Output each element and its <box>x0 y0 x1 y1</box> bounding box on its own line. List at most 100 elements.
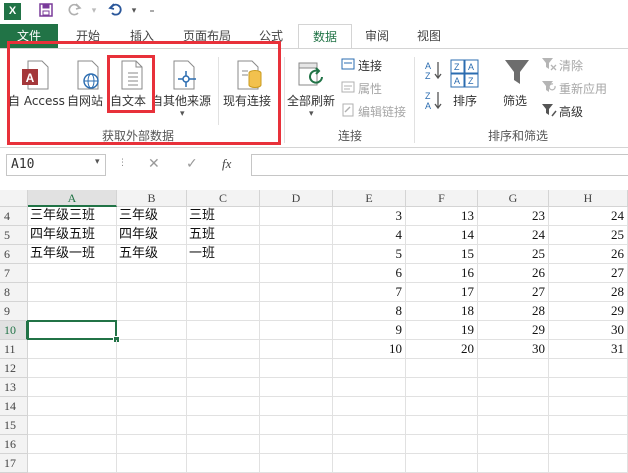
cell-c8[interactable] <box>187 283 260 302</box>
cell-g16[interactable] <box>478 435 549 454</box>
refresh-all-button[interactable]: 全部刷新 <box>287 92 335 109</box>
cell-a16[interactable] <box>28 435 117 454</box>
enter-icon[interactable]: ✓ <box>186 156 198 172</box>
cell-f9[interactable]: 18 <box>406 302 478 321</box>
cell-c16[interactable] <box>187 435 260 454</box>
cell-c6[interactable]: 一班 <box>187 245 260 264</box>
cell-b10[interactable] <box>117 321 187 340</box>
cell-b6[interactable]: 五年级 <box>117 245 187 264</box>
cell-a12[interactable] <box>28 359 117 378</box>
cell-a13[interactable] <box>28 378 117 397</box>
cell-d17[interactable] <box>260 454 333 473</box>
tab-review[interactable]: 审阅 <box>352 24 402 48</box>
row-header-4[interactable]: 4 <box>0 207 28 226</box>
cell-e6[interactable]: 5 <box>333 245 406 264</box>
cell-d11[interactable] <box>260 340 333 359</box>
cell-a7[interactable] <box>28 264 117 283</box>
cell-h16[interactable] <box>549 435 628 454</box>
redo-icon[interactable] <box>66 3 82 19</box>
column-header-d[interactable]: D <box>260 190 333 207</box>
save-icon[interactable] <box>38 3 54 19</box>
cell-e12[interactable] <box>333 359 406 378</box>
cell-f4[interactable]: 13 <box>406 207 478 226</box>
column-header-f[interactable]: F <box>406 190 478 207</box>
cell-d14[interactable] <box>260 397 333 416</box>
cell-h13[interactable] <box>549 378 628 397</box>
tab-view[interactable]: 视图 <box>404 24 454 48</box>
cell-g5[interactable]: 24 <box>478 226 549 245</box>
cell-f17[interactable] <box>406 454 478 473</box>
cell-h14[interactable] <box>549 397 628 416</box>
select-all-corner[interactable] <box>0 190 28 207</box>
cell-d5[interactable] <box>260 226 333 245</box>
cell-a8[interactable] <box>28 283 117 302</box>
cell-f8[interactable]: 17 <box>406 283 478 302</box>
advanced-button[interactable]: 高级 <box>559 103 583 120</box>
undo-icon[interactable] <box>108 3 124 19</box>
cell-h9[interactable]: 29 <box>549 302 628 321</box>
row-header-10[interactable]: 10 <box>0 321 28 340</box>
column-header-b[interactable]: B <box>117 190 187 207</box>
row-header-15[interactable]: 15 <box>0 416 28 435</box>
row-header-13[interactable]: 13 <box>0 378 28 397</box>
cell-c10[interactable] <box>187 321 260 340</box>
cell-e15[interactable] <box>333 416 406 435</box>
cell-h17[interactable] <box>549 454 628 473</box>
cell-d16[interactable] <box>260 435 333 454</box>
cell-b16[interactable] <box>117 435 187 454</box>
cell-g6[interactable]: 25 <box>478 245 549 264</box>
cell-g7[interactable]: 26 <box>478 264 549 283</box>
undo-dropdown-icon[interactable]: ▾ <box>126 3 142 19</box>
cell-c5[interactable]: 五班 <box>187 226 260 245</box>
sort-za-icon[interactable]: ZA <box>424 89 444 111</box>
cell-b11[interactable] <box>117 340 187 359</box>
cell-c7[interactable] <box>187 264 260 283</box>
cell-d9[interactable] <box>260 302 333 321</box>
cell-c17[interactable] <box>187 454 260 473</box>
edit-links-button[interactable]: 编辑链接 <box>358 103 406 120</box>
row-header-12[interactable]: 12 <box>0 359 28 378</box>
cell-h6[interactable]: 26 <box>549 245 628 264</box>
insert-function-icon[interactable]: fx <box>222 156 231 172</box>
cell-c4[interactable]: 三班 <box>187 207 260 226</box>
row-header-6[interactable]: 6 <box>0 245 28 264</box>
cell-h5[interactable]: 25 <box>549 226 628 245</box>
cell-e10[interactable]: 9 <box>333 321 406 340</box>
cell-f10[interactable]: 19 <box>406 321 478 340</box>
cell-f7[interactable]: 16 <box>406 264 478 283</box>
cell-c12[interactable] <box>187 359 260 378</box>
cell-f15[interactable] <box>406 416 478 435</box>
sort-button[interactable]: 排序 <box>453 92 477 109</box>
cell-h15[interactable] <box>549 416 628 435</box>
clear-button[interactable]: 清除 <box>559 57 583 74</box>
tab-data[interactable]: 数据 <box>298 24 352 49</box>
row-header-14[interactable]: 14 <box>0 397 28 416</box>
row-header-8[interactable]: 8 <box>0 283 28 302</box>
cell-h4[interactable]: 24 <box>549 207 628 226</box>
cell-h11[interactable]: 31 <box>549 340 628 359</box>
cell-b13[interactable] <box>117 378 187 397</box>
column-header-g[interactable]: G <box>478 190 549 207</box>
cell-f13[interactable] <box>406 378 478 397</box>
cell-e13[interactable] <box>333 378 406 397</box>
cell-a11[interactable] <box>28 340 117 359</box>
refresh-all-dropdown-icon[interactable]: ▾ <box>309 109 314 119</box>
name-box-dropdown-icon[interactable]: ▾ <box>95 157 100 167</box>
reapply-button[interactable]: 重新应用 <box>559 80 607 97</box>
redo-dropdown-icon[interactable]: ▾ <box>86 3 102 19</box>
cell-g14[interactable] <box>478 397 549 416</box>
customize-qat-icon[interactable]: ₌ <box>144 3 160 19</box>
cell-a15[interactable] <box>28 416 117 435</box>
cell-d15[interactable] <box>260 416 333 435</box>
cell-h10[interactable]: 30 <box>549 321 628 340</box>
cell-e8[interactable]: 7 <box>333 283 406 302</box>
cell-e14[interactable] <box>333 397 406 416</box>
cell-f6[interactable]: 15 <box>406 245 478 264</box>
formula-input[interactable] <box>251 154 628 176</box>
cell-b5[interactable]: 四年级 <box>117 226 187 245</box>
cell-e16[interactable] <box>333 435 406 454</box>
cell-g8[interactable]: 27 <box>478 283 549 302</box>
cell-g12[interactable] <box>478 359 549 378</box>
cell-d6[interactable] <box>260 245 333 264</box>
column-header-a[interactable]: A <box>28 190 117 207</box>
